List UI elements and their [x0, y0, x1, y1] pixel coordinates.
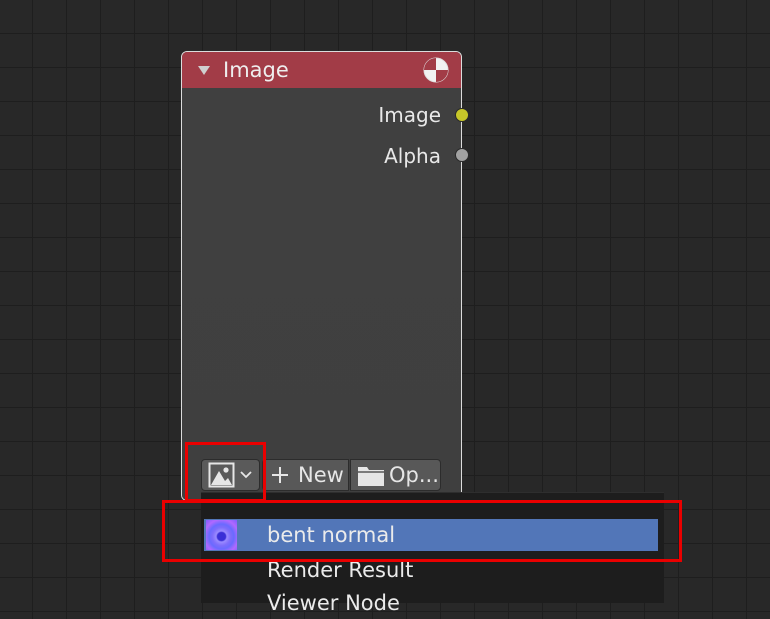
dropdown-item-viewer-node[interactable]: Viewer Node [204, 587, 658, 619]
output-image-label: Image [378, 103, 441, 127]
node-header[interactable]: Image [182, 52, 461, 88]
collapse-triangle-icon[interactable] [198, 65, 210, 75]
image-node[interactable]: Image Image Alpha [181, 51, 462, 501]
open-button-label: Op... [389, 463, 439, 487]
new-image-button[interactable]: New [262, 459, 349, 491]
alpha-output-socket[interactable] [455, 148, 469, 162]
open-image-button[interactable]: Op... [350, 459, 441, 491]
new-button-label: New [298, 463, 344, 487]
folder-icon [358, 467, 384, 486]
dropdown-item-label: Render Result [267, 558, 414, 582]
browse-image-button[interactable] [201, 459, 260, 491]
preview-sphere-icon[interactable] [423, 57, 449, 83]
image-output-socket[interactable] [455, 108, 469, 122]
dropdown-item-label: Viewer Node [267, 591, 400, 615]
image-browse-dropdown: bent normal Render Result Viewer Node [201, 492, 664, 615]
chevron-down-icon [240, 471, 252, 479]
output-alpha: Alpha [384, 144, 441, 168]
dropdown-item-bent-normal[interactable]: bent normal [204, 519, 658, 551]
output-alpha-label: Alpha [384, 144, 441, 168]
node-title: Image [223, 58, 289, 82]
plus-icon [272, 467, 288, 483]
node-body: Image Alpha [182, 88, 461, 500]
image-icon [208, 462, 235, 488]
output-image: Image [378, 103, 441, 127]
bent-normal-thumbnail-icon [206, 520, 237, 550]
dropdown-item-render-result[interactable]: Render Result [204, 554, 658, 586]
dropdown-item-label: bent normal [267, 523, 396, 547]
